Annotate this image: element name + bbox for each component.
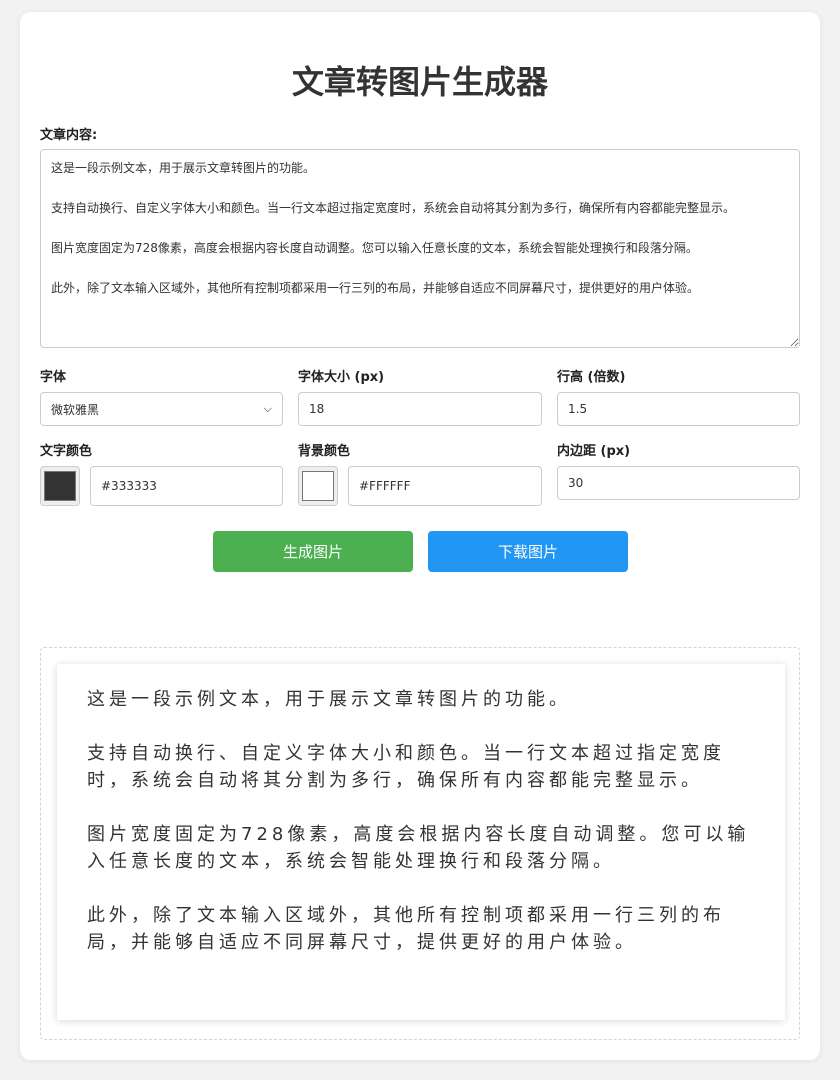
bg-color-value: #FFFFFF <box>359 479 411 493</box>
font-select[interactable]: 微软雅黑 ⌵ <box>40 392 283 426</box>
line-height-label: 行高 (倍数) <box>557 370 626 385</box>
font-size-value: 18 <box>309 402 325 416</box>
preview-container: 这是一段示例文本，用于展示文章转图片的功能。 支持自动换行、自定义字体大小和颜色… <box>40 647 800 1040</box>
bg-color-picker[interactable] <box>298 466 338 506</box>
font-size-label: 字体大小 (px) <box>298 370 385 385</box>
preview-paragraph: 图片宽度固定为728像素，高度会根据内容长度自动调整。您可以输入任意长度的文本，… <box>87 824 750 872</box>
bg-color-input[interactable]: #FFFFFF <box>348 466 542 506</box>
chevron-down-icon: ⌵ <box>263 402 272 415</box>
download-image-button[interactable]: 下载图片 <box>428 531 628 572</box>
text-color-picker[interactable] <box>40 466 80 506</box>
font-select-value: 微软雅黑 <box>51 402 100 417</box>
bg-color-swatch <box>302 471 334 501</box>
text-color-input[interactable]: #333333 <box>90 466 283 506</box>
article-label: 文章内容: <box>40 128 98 143</box>
preview-paragraph: 此外，除了文本输入区域外，其他所有控制项都采用一行三列的布局，并能够自适应不同屏… <box>87 905 725 953</box>
generate-image-button[interactable]: 生成图片 <box>213 531 413 572</box>
article-textarea[interactable]: 这是一段示例文本，用于展示文章转图片的功能。 支持自动换行、自定义字体大小和颜色… <box>40 149 800 348</box>
font-size-input[interactable]: 18 <box>298 392 542 426</box>
padding-input[interactable]: 30 <box>557 466 800 500</box>
padding-label: 内边距 (px) <box>557 444 631 459</box>
bg-color-label: 背景颜色 <box>298 444 351 459</box>
preview-paragraph: 这是一段示例文本，用于展示文章转图片的功能。 <box>87 689 571 710</box>
line-height-value: 1.5 <box>568 402 588 416</box>
page-title: 文章转图片生成器 <box>291 63 548 101</box>
main-card: 文章转图片生成器 文章内容: 这是一段示例文本，用于展示文章转图片的功能。 支持… <box>20 12 820 1060</box>
line-height-input[interactable]: 1.5 <box>557 392 800 426</box>
text-color-swatch <box>44 471 76 501</box>
text-color-value: #333333 <box>101 479 157 493</box>
font-label: 字体 <box>40 370 67 385</box>
preview-paragraph: 支持自动换行、自定义字体大小和颜色。当一行文本超过指定宽度时，系统会自动将其分割… <box>87 743 725 791</box>
preview-image: 这是一段示例文本，用于展示文章转图片的功能。 支持自动换行、自定义字体大小和颜色… <box>57 664 785 1020</box>
padding-value: 30 <box>568 476 584 490</box>
text-color-label: 文字颜色 <box>40 444 93 459</box>
